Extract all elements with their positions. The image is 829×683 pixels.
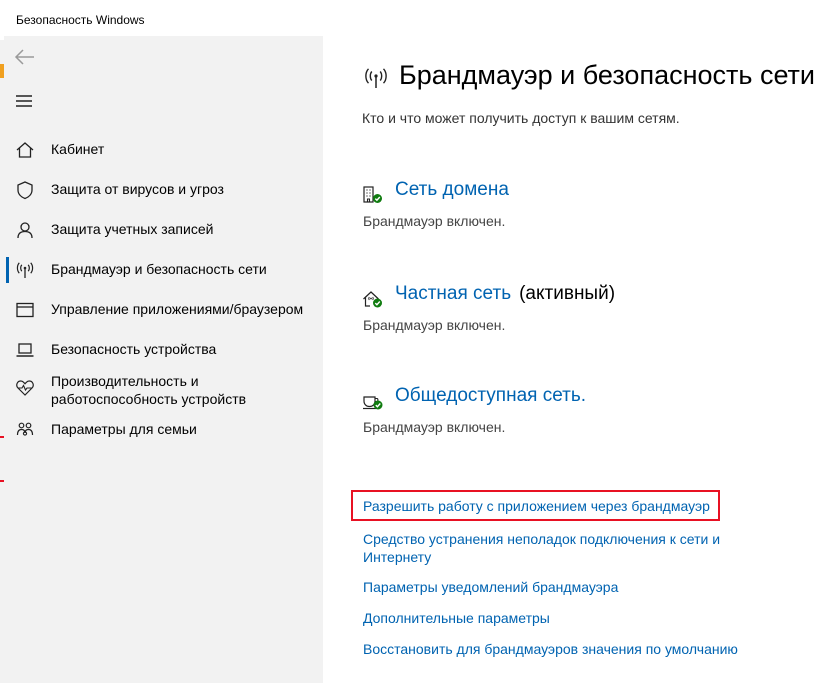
back-button[interactable]: [14, 48, 36, 66]
sidebar-item-label: Безопасность устройства: [51, 341, 217, 357]
main-content: Брандмауэр и безопасность сети Кто и что…: [323, 36, 829, 683]
sidebar-item-label: Защита учетных записей: [51, 221, 214, 237]
sidebar-item-label: Производительность и работоспособность у…: [51, 373, 247, 407]
network-private: Частная сеть (активный) Брандмауэр включе…: [362, 283, 822, 343]
title-bar: Безопасность Windows: [0, 0, 829, 40]
back-arrow-icon: [14, 49, 34, 65]
public-network-status: Брандмауэр включен.: [363, 419, 506, 435]
sidebar-item-device-performance[interactable]: Производительность и работоспособность у…: [4, 372, 323, 408]
network-public: Общедоступная сеть. Брандмауэр включен.: [362, 385, 822, 445]
firewall-notification-settings-link[interactable]: Параметры уведомлений брандмауэра: [363, 578, 618, 596]
antenna-icon: [16, 262, 34, 278]
public-network-icon: [363, 396, 383, 410]
page-title: Брандмауэр и безопасность сети: [399, 60, 816, 90]
network-domain: Сеть домена Брандмауэр включен.: [362, 179, 822, 239]
private-network-link[interactable]: Частная сеть (активный): [395, 283, 615, 305]
sidebar-item-label: Параметры для семьи: [51, 421, 197, 437]
public-network-name: Общедоступная сеть.: [395, 385, 587, 406]
domain-network-name: Сеть домена: [395, 179, 509, 200]
sidebar-item-app-browser-control[interactable]: Управление приложениями/браузером: [4, 291, 323, 327]
private-network-icon: [363, 291, 382, 308]
sidebar-item-label: Управление приложениями/браузером: [51, 301, 304, 317]
domain-network-status: Брандмауэр включен.: [363, 213, 506, 229]
sidebar-item-account-protection[interactable]: Защита учетных записей: [4, 211, 323, 247]
hamburger-menu-icon: [16, 95, 32, 107]
active-network-label: (активный): [519, 283, 616, 304]
sidebar-item-firewall[interactable]: Брандмауэр и безопасность сети: [4, 251, 323, 287]
sidebar-item-device-security[interactable]: Безопасность устройства: [4, 331, 323, 367]
antenna-icon: [365, 68, 387, 88]
network-troubleshooter-link[interactable]: Средство устранения неполадок подключени…: [363, 530, 743, 566]
private-network-name: Частная сеть: [395, 283, 512, 304]
person-icon: [17, 222, 33, 239]
allow-app-through-firewall-link[interactable]: Разрешить работу с приложением через бра…: [363, 497, 710, 515]
laptop-icon: [16, 343, 34, 357]
selection-indicator: [6, 257, 9, 283]
sidebar-item-virus-protection[interactable]: Защита от вирусов и угроз: [4, 171, 323, 207]
sidebar-item-family-options[interactable]: Параметры для семьи: [4, 411, 323, 447]
app-window-icon: [16, 302, 34, 318]
sidebar-item-label: Кабинет: [51, 141, 105, 157]
public-network-link[interactable]: Общедоступная сеть.: [395, 385, 586, 407]
domain-network-icon: [363, 186, 382, 203]
restore-defaults-link[interactable]: Восстановить для брандмауэров значения п…: [363, 640, 738, 658]
home-icon: [16, 142, 34, 158]
heart-pulse-icon: [16, 380, 34, 396]
sidebar-item-label: Защита от вирусов и угроз: [51, 181, 224, 197]
shield-icon: [17, 181, 33, 200]
sidebar: Кабинет Защита от вирусов и угроз Защита…: [4, 36, 323, 683]
menu-button[interactable]: [14, 92, 36, 110]
family-icon: [16, 422, 34, 436]
sidebar-item-label: Брандмауэр и безопасность сети: [51, 261, 267, 277]
page-subtitle: Кто и что может получить доступ к вашим …: [362, 110, 680, 126]
advanced-settings-link[interactable]: Дополнительные параметры: [363, 609, 550, 627]
domain-network-link[interactable]: Сеть домена: [395, 179, 509, 201]
window-title: Безопасность Windows: [16, 13, 145, 27]
sidebar-item-home[interactable]: Кабинет: [4, 131, 323, 167]
private-network-status: Брандмауэр включен.: [363, 317, 506, 333]
